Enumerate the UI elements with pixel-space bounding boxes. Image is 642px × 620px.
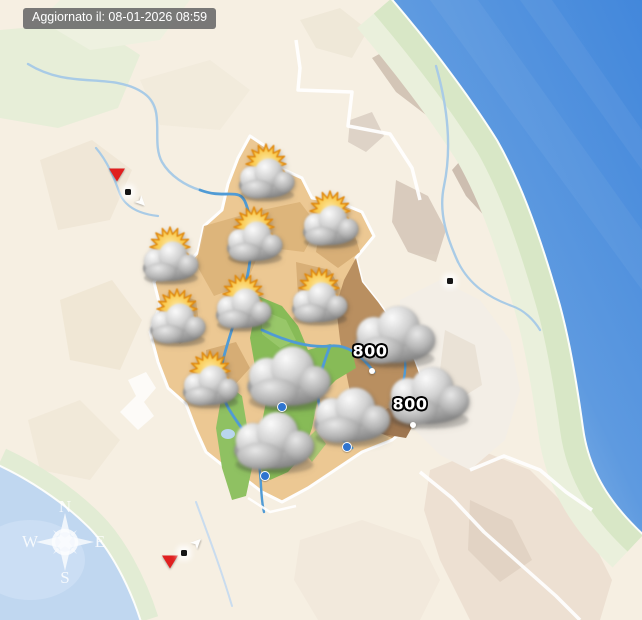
compass-north-label: N	[59, 497, 71, 516]
weather-map: 800 800 ➤ ➤ Aggiornato il: 08-01-2026 08:…	[0, 0, 642, 620]
updated-timestamp: Aggiornato il: 08-01-2026 08:59	[23, 8, 217, 29]
compass-east-label: E	[95, 532, 105, 551]
compass-rose-icon: N E S W	[22, 497, 105, 587]
small-lake	[221, 429, 235, 439]
compass-south-label: S	[60, 568, 69, 587]
compass-west-label: W	[22, 532, 39, 551]
